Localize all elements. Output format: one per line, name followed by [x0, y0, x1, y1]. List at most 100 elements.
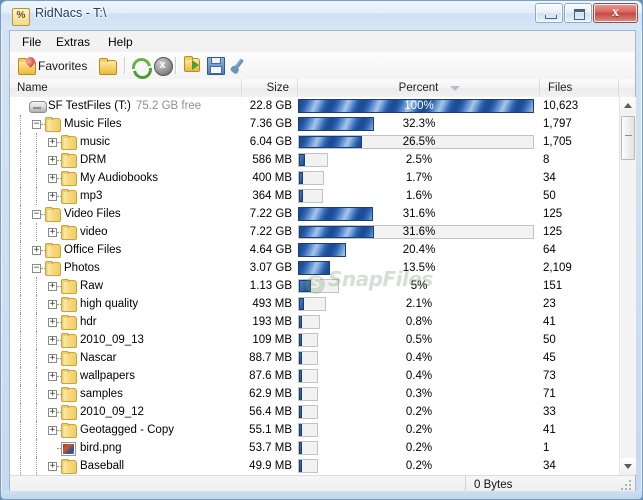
- table-row[interactable]: − Music Files 7.36 GB 32.3% 1,797: [10, 115, 635, 133]
- table-row[interactable]: +2010_09_13 109 MB 0.5% 50: [10, 331, 635, 349]
- drive-icon: [29, 101, 47, 113]
- table-row[interactable]: + DRM 586 MB 2.5% 8: [10, 151, 635, 169]
- table-row[interactable]: + mp3 364 MB 1.6% 50: [10, 187, 635, 205]
- tree-guide-line: [20, 223, 22, 241]
- settings-button[interactable]: [229, 57, 247, 75]
- collapse-icon[interactable]: −: [32, 264, 41, 273]
- row-name-label: SF TestFiles (T:): [48, 100, 131, 112]
- percent-label: 0.3%: [405, 388, 433, 400]
- cell-percent: 1.7%: [298, 169, 540, 187]
- cell-percent: 26.5%: [298, 133, 540, 151]
- table-row[interactable]: + Geotagged - Copy 55.1 MB 0.2% 41: [10, 421, 635, 439]
- table-row[interactable]: + Baseball 49.9 MB 0.2% 34: [10, 457, 635, 475]
- row-name-label: Music Files: [64, 118, 122, 130]
- table-row[interactable]: + hdr 193 MB 0.8% 41: [10, 313, 635, 331]
- collapse-icon[interactable]: −: [32, 120, 41, 129]
- cell-files: 41: [543, 316, 556, 328]
- vertical-scrollbar[interactable]: [619, 97, 638, 475]
- table-row[interactable]: +2010_09_12 56.4 MB 0.2% 33: [10, 403, 635, 421]
- tree-guide-line: [20, 385, 22, 403]
- table-row[interactable]: + wallpapers 87.6 MB 0.4% 73: [10, 367, 635, 385]
- file-tree-list[interactable]: SF TestFiles (T:) 75.2 GB free 22.8 GB 100%…: [10, 97, 635, 475]
- table-row[interactable]: bird.png 53.7 MB 0.2% 1: [10, 439, 635, 457]
- expand-icon[interactable]: +: [48, 138, 57, 147]
- expand-icon[interactable]: +: [48, 426, 57, 435]
- table-row[interactable]: + Raw 1.13 GB 5% 151: [10, 277, 635, 295]
- folder-icon: [61, 297, 77, 312]
- scrollbar-track[interactable]: [620, 114, 638, 458]
- percent-label: 0.2%: [405, 424, 433, 436]
- export-button[interactable]: [184, 56, 200, 77]
- expand-icon[interactable]: +: [48, 192, 57, 201]
- column-header-name[interactable]: Name: [10, 79, 242, 97]
- column-header-files[interactable]: Files: [540, 79, 619, 97]
- title-bar[interactable]: % RidNacs - T:\ x: [1, 1, 642, 30]
- menu-item-extras[interactable]: Extras: [50, 34, 96, 50]
- expand-icon[interactable]: +: [48, 408, 57, 417]
- close-button[interactable]: x: [593, 3, 638, 23]
- row-name-label: 2010_09_12: [80, 406, 144, 418]
- menu-item-file[interactable]: File: [16, 34, 47, 50]
- stop-button[interactable]: x: [154, 57, 173, 76]
- cell-size: 53.7 MB: [249, 442, 292, 454]
- table-row[interactable]: − Video Files 7.22 GB 31.6% 125: [10, 205, 635, 223]
- expand-icon[interactable]: +: [48, 462, 57, 471]
- expand-icon[interactable]: +: [48, 282, 57, 291]
- save-button[interactable]: [207, 57, 225, 75]
- cell-percent: 0.4%: [298, 349, 540, 367]
- open-folder-button[interactable]: [99, 58, 117, 79]
- row-name-label: wallpapers: [80, 370, 135, 382]
- cell-percent: 100%: [298, 97, 540, 115]
- window-bottom-edge: [1, 491, 642, 499]
- expand-icon[interactable]: +: [48, 372, 57, 381]
- cell-size: 7.22 GB: [249, 226, 292, 238]
- toolbar: Favorites x: [10, 52, 635, 80]
- table-row[interactable]: − Photos 3.07 GB 13.5% 2,109: [10, 259, 635, 277]
- tree-guide-line: [20, 133, 22, 151]
- table-row[interactable]: + music 6.04 GB 26.5% 1,705: [10, 133, 635, 151]
- expand-icon[interactable]: +: [48, 318, 57, 327]
- window-title: RidNacs - T:\: [35, 6, 107, 20]
- table-row[interactable]: + video 7.22 GB 31.6% 125: [10, 223, 635, 241]
- tree-guide-line: [20, 151, 22, 169]
- expand-icon[interactable]: +: [48, 156, 57, 165]
- cell-percent: 0.2%: [298, 403, 540, 421]
- cell-files: 64: [543, 244, 556, 256]
- cell-files: 125: [543, 208, 563, 220]
- table-row[interactable]: SF TestFiles (T:) 75.2 GB free 22.8 GB 100%…: [10, 97, 635, 115]
- column-header-size[interactable]: Size: [242, 79, 298, 97]
- cell-files: 125: [543, 226, 563, 238]
- scroll-up-button[interactable]: [620, 97, 636, 114]
- collapse-icon[interactable]: −: [32, 210, 41, 219]
- maximize-button[interactable]: [564, 3, 592, 23]
- expand-icon[interactable]: +: [48, 300, 57, 309]
- scroll-down-button[interactable]: [620, 458, 636, 475]
- cell-size: 49.9 MB: [249, 460, 292, 472]
- expand-icon[interactable]: +: [32, 246, 41, 255]
- refresh-button[interactable]: [132, 58, 148, 74]
- expand-icon[interactable]: +: [48, 354, 57, 363]
- table-row[interactable]: + high quality 493 MB 2.1% 23: [10, 295, 635, 313]
- table-row[interactable]: + Nascar 88.7 MB 0.4% 45: [10, 349, 635, 367]
- minimize-button[interactable]: [535, 3, 563, 23]
- cell-files: 10,623: [543, 100, 579, 112]
- expand-icon[interactable]: +: [48, 336, 57, 345]
- cell-size: 109 MB: [252, 334, 292, 346]
- menu-item-help[interactable]: Help: [102, 34, 139, 50]
- cell-name: + DRM: [10, 151, 242, 169]
- table-row[interactable]: + samples 62.9 MB 0.3% 71: [10, 385, 635, 403]
- folder-icon: [61, 351, 77, 366]
- cell-name: + samples: [10, 385, 242, 403]
- cell-percent: 0.3%: [298, 385, 540, 403]
- cell-name: + wallpapers: [10, 367, 242, 385]
- scrollbar-thumb[interactable]: [621, 116, 635, 160]
- expand-icon[interactable]: +: [48, 390, 57, 399]
- tree-guide-line: [36, 169, 38, 187]
- cell-name: + video: [10, 223, 242, 241]
- column-header-percent[interactable]: Percent: [298, 79, 540, 97]
- expand-icon[interactable]: +: [48, 174, 57, 183]
- table-row[interactable]: + Office Files 4.64 GB 20.4% 64: [10, 241, 635, 259]
- expand-icon[interactable]: +: [48, 228, 57, 237]
- table-row[interactable]: + My Audiobooks 400 MB 1.7% 34: [10, 169, 635, 187]
- cell-name: + music: [10, 133, 242, 151]
